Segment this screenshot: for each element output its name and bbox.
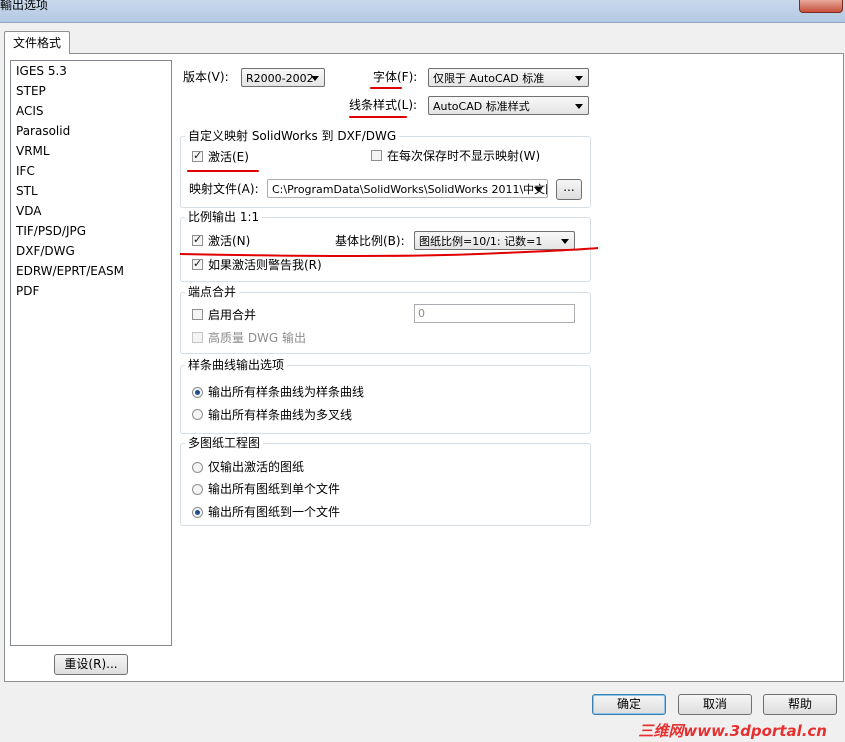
spline-opt2-label[interactable]: 输出所有样条曲线为多叉线 <box>208 408 352 422</box>
merge-enable-label[interactable]: 启用合并 <box>208 308 256 322</box>
format-item-tif[interactable]: TIF/PSD/JPG <box>16 221 86 241</box>
format-item-pdf[interactable]: PDF <box>16 281 39 301</box>
warn-checkbox[interactable] <box>192 257 203 270</box>
ok-button[interactable]: 确定 <box>592 694 666 715</box>
format-item-ifc[interactable]: IFC <box>16 161 35 181</box>
linestyle-label: 线条样式(L): <box>349 98 418 112</box>
close-button[interactable] <box>799 0 843 13</box>
format-item-edrw[interactable]: EDRW/EPRT/EASM <box>16 261 124 281</box>
merge-value-input[interactable]: 0 <box>414 304 575 323</box>
multisheet-opt3-radio[interactable] <box>192 507 203 518</box>
multisheet-opt3-label[interactable]: 输出所有图纸到一个文件 <box>208 505 340 519</box>
browse-button[interactable]: ... <box>556 179 582 200</box>
multisheet-opt2-label[interactable]: 输出所有图纸到单个文件 <box>208 482 340 496</box>
hq-dwg-checkbox[interactable] <box>192 332 203 343</box>
version-combo[interactable]: R2000-2002 <box>241 68 325 87</box>
mapping-file-value: C:\ProgramData\SolidWorks\SolidWorks 201… <box>272 183 548 196</box>
multisheet-group-title: 多图纸工程图 <box>185 436 264 450</box>
spline-opt1-label[interactable]: 输出所有样条曲线为样条曲线 <box>208 385 364 399</box>
scale-group-title: 比例输出 1:1 <box>185 210 263 224</box>
reset-button[interactable]: 重设(R)... <box>54 654 128 675</box>
annotation-underline-mapping <box>187 170 259 172</box>
chevron-down-icon <box>534 187 542 192</box>
format-item-step[interactable]: STEP <box>16 81 46 101</box>
merge-enable-checkbox[interactable] <box>192 309 203 320</box>
mapping-file-combo[interactable]: C:\ProgramData\SolidWorks\SolidWorks 201… <box>267 179 548 198</box>
format-item-dxf-dwg[interactable]: DXF/DWG <box>16 241 75 261</box>
version-value: R2000-2002 <box>246 72 314 85</box>
title-bar: 輸出选项 <box>0 0 845 23</box>
warn-label[interactable]: 如果激活则警告我(R) <box>208 258 322 272</box>
no-show-label[interactable]: 在每次保存时不显示映射(W) <box>387 149 540 163</box>
tab-file-format[interactable]: 文件格式 <box>4 31 70 54</box>
format-item-vda[interactable]: VDA <box>16 201 41 221</box>
multisheet-opt1-label[interactable]: 仅输出激活的图纸 <box>208 460 304 474</box>
font-label: 字体(F): <box>373 70 418 84</box>
multisheet-opt1-radio[interactable] <box>192 462 203 473</box>
chevron-down-icon <box>311 76 319 81</box>
format-list[interactable]: IGES 5.3 STEP ACIS Parasolid VRML IFC ST… <box>10 60 172 646</box>
cancel-button[interactable]: 取消 <box>678 694 752 715</box>
chevron-down-icon <box>575 104 583 109</box>
font-combo[interactable]: 仅限于 AutoCAD 标准 <box>428 68 589 87</box>
linestyle-combo[interactable]: AutoCAD 标准样式 <box>428 96 589 115</box>
font-value: 仅限于 AutoCAD 标准 <box>433 72 545 85</box>
mapping-group-title: 自定义映射 SolidWorks 到 DXF/DWG <box>185 129 400 143</box>
spline-opt1-radio[interactable] <box>192 387 203 398</box>
annotation-underline-scale <box>179 247 599 257</box>
linestyle-value: AutoCAD 标准样式 <box>433 100 530 113</box>
help-button[interactable]: 帮助 <box>763 694 837 715</box>
spline-opt2-radio[interactable] <box>192 409 203 420</box>
annotation-underline-font <box>370 87 402 89</box>
format-item-iges[interactable]: IGES 5.3 <box>16 61 67 81</box>
merge-group-title: 端点合并 <box>185 285 240 299</box>
spline-group-title: 样条曲线输出选项 <box>185 358 288 372</box>
mapping-file-label: 映射文件(A): <box>189 182 259 196</box>
no-show-checkbox[interactable] <box>371 150 382 161</box>
mapping-activate-label[interactable]: 激活(E) <box>208 150 249 164</box>
format-item-acis[interactable]: ACIS <box>16 101 44 121</box>
chevron-down-icon <box>575 76 583 81</box>
multisheet-opt2-radio[interactable] <box>192 484 203 495</box>
watermark-text: 三维网www.3dportal.cn <box>638 722 827 740</box>
format-item-vrml[interactable]: VRML <box>16 141 50 161</box>
version-label: 版本(V): <box>183 70 229 84</box>
format-item-stl[interactable]: STL <box>16 181 38 201</box>
format-item-parasolid[interactable]: Parasolid <box>16 121 70 141</box>
spline-group <box>180 365 591 434</box>
hq-dwg-label: 高质量 DWG 输出 <box>208 331 307 345</box>
window-title: 輸出选项 <box>0 0 49 12</box>
mapping-activate-checkbox[interactable] <box>192 149 203 162</box>
annotation-underline-linestyle <box>349 116 407 118</box>
